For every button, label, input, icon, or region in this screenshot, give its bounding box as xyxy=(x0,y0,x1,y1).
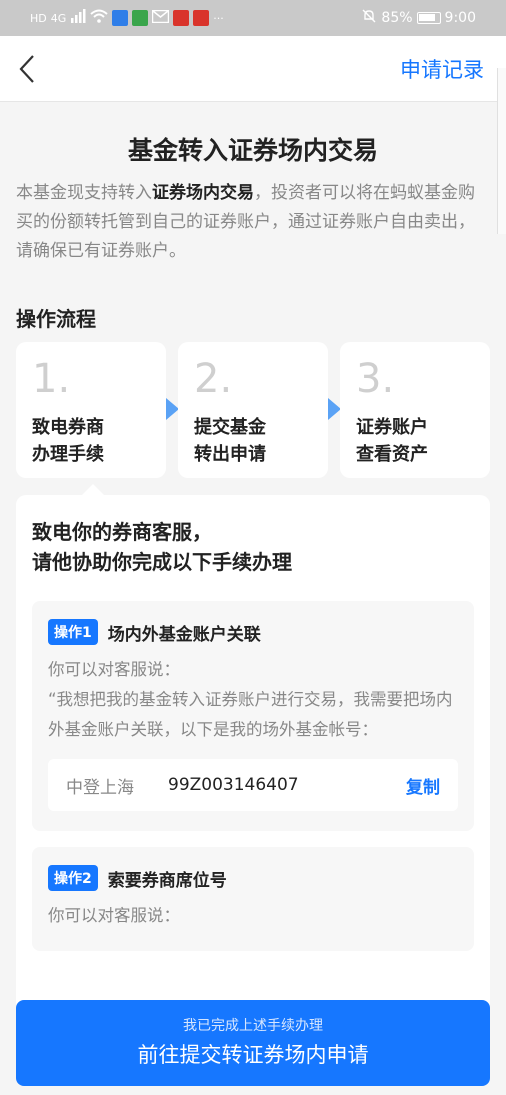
hd-indicator: HD xyxy=(30,11,47,25)
step-label-line1: 证券账户 xyxy=(356,417,428,438)
step-label-line2: 办理手续 xyxy=(32,444,104,465)
status-left: HD 4G ··· xyxy=(30,9,224,27)
sync-notification-icon xyxy=(132,10,149,26)
step-label: 证券账户 查看资产 xyxy=(356,414,474,468)
main-content: 基金转入证券场内交易 本基金现支持转入证券场内交易，投资者可以将在蚂蚁基金购买的… xyxy=(0,103,506,478)
battery-icon xyxy=(416,12,441,24)
submit-transfer-button[interactable]: 我已完成上述手续办理 前往提交转证券场内申请 xyxy=(16,1000,490,1086)
operation-2: 操作2 索要券商席位号 你可以对客服说： xyxy=(32,847,474,951)
operation-title: 索要券商席位号 xyxy=(107,870,227,891)
button-subtitle: 我已完成上述手续办理 xyxy=(183,1018,323,1034)
operation-say: 你可以对客服说： xyxy=(48,906,180,925)
operation-header: 操作2 索要券商席位号 xyxy=(48,865,458,891)
step-label-line1: 致电券商 xyxy=(32,417,104,438)
detail-heading-line2: 请他协助你完成以下手续办理 xyxy=(32,550,292,574)
mail-icon xyxy=(152,9,170,27)
operation-quote: “我想把我的基金转入证券账户进行交易，我需要把场内外基金账户关联，以下是我的场外… xyxy=(48,690,453,739)
page-title: 基金转入证券场内交易 xyxy=(127,136,378,165)
mute-icon xyxy=(361,8,377,28)
wifi-icon xyxy=(90,9,108,27)
more-notifications: ··· xyxy=(213,11,224,25)
office-notification-icon xyxy=(173,10,190,26)
account-row: 中登上海 99Z003146407 复制 xyxy=(48,759,458,811)
operation-say: 你可以对客服说： xyxy=(48,660,180,679)
intro-text: 本基金现支持转入证券场内交易，投资者可以将在蚂蚁基金购买的份额转托管到自己的证券… xyxy=(16,179,490,266)
step-2[interactable]: 2. 提交基金 转出申请 xyxy=(178,342,328,478)
intro-prefix: 本基金现支持转入 xyxy=(16,183,152,203)
detail-heading: 致电你的券商客服， 请他协助你完成以下手续办理 xyxy=(32,517,474,577)
status-right: 85% 9:00 xyxy=(361,8,476,28)
step-label-line1: 提交基金 xyxy=(194,417,266,438)
copy-button[interactable]: 复制 xyxy=(406,773,440,798)
process-steps: 1. 致电券商 办理手续 2. 提交基金 转出申请 3. 证券账户 查看资产 xyxy=(16,342,490,478)
intro-bold: 证券场内交易 xyxy=(152,183,254,203)
step-label-line2: 转出申请 xyxy=(194,444,266,465)
chevron-left-icon[interactable] xyxy=(18,51,42,87)
step-label: 提交基金 转出申请 xyxy=(194,414,312,468)
battery-percent: 85% xyxy=(381,10,413,26)
step-3[interactable]: 3. 证券账户 查看资产 xyxy=(340,342,490,478)
nav-bar: 申请记录 xyxy=(0,36,506,102)
account-label: 中登上海 xyxy=(66,777,134,798)
button-label: 前往提交转证券场内申请 xyxy=(137,1043,369,1067)
step-number: 2. xyxy=(194,356,233,402)
status-bar: HD 4G ··· 85% 9:00 xyxy=(0,0,506,36)
signal-bars-icon xyxy=(70,9,86,27)
signal-indicator: 4G xyxy=(50,11,67,25)
application-record-button[interactable]: 申请记录 xyxy=(400,54,484,84)
app-notification-icon xyxy=(112,10,129,26)
process-title: 操作流程 xyxy=(16,307,96,331)
account-value: 99Z003146407 xyxy=(168,775,299,795)
step-1[interactable]: 1. 致电券商 办理手续 xyxy=(16,342,166,478)
step-label: 致电券商 办理手续 xyxy=(32,414,150,468)
operation-header: 操作1 场内外基金账户关联 xyxy=(48,619,458,645)
clock: 9:00 xyxy=(444,10,476,26)
operation-tag: 操作1 xyxy=(48,619,98,645)
operation-title: 场内外基金账户关联 xyxy=(107,624,261,645)
step-number: 3. xyxy=(356,356,395,402)
step-detail-card: 致电你的券商客服， 请他协助你完成以下手续办理 操作1 场内外基金账户关联 你可… xyxy=(16,495,490,1015)
operation-1: 操作1 场内外基金账户关联 你可以对客服说： “我想把我的基金转入证券账户进行交… xyxy=(32,601,474,831)
detail-heading-line1: 致电你的券商客服， xyxy=(32,520,212,544)
detail-pointer xyxy=(82,484,104,495)
step-number: 1. xyxy=(32,356,71,402)
step-label-line2: 查看资产 xyxy=(356,444,428,465)
operation-tag: 操作2 xyxy=(48,865,98,891)
news-notification-icon xyxy=(193,10,210,26)
